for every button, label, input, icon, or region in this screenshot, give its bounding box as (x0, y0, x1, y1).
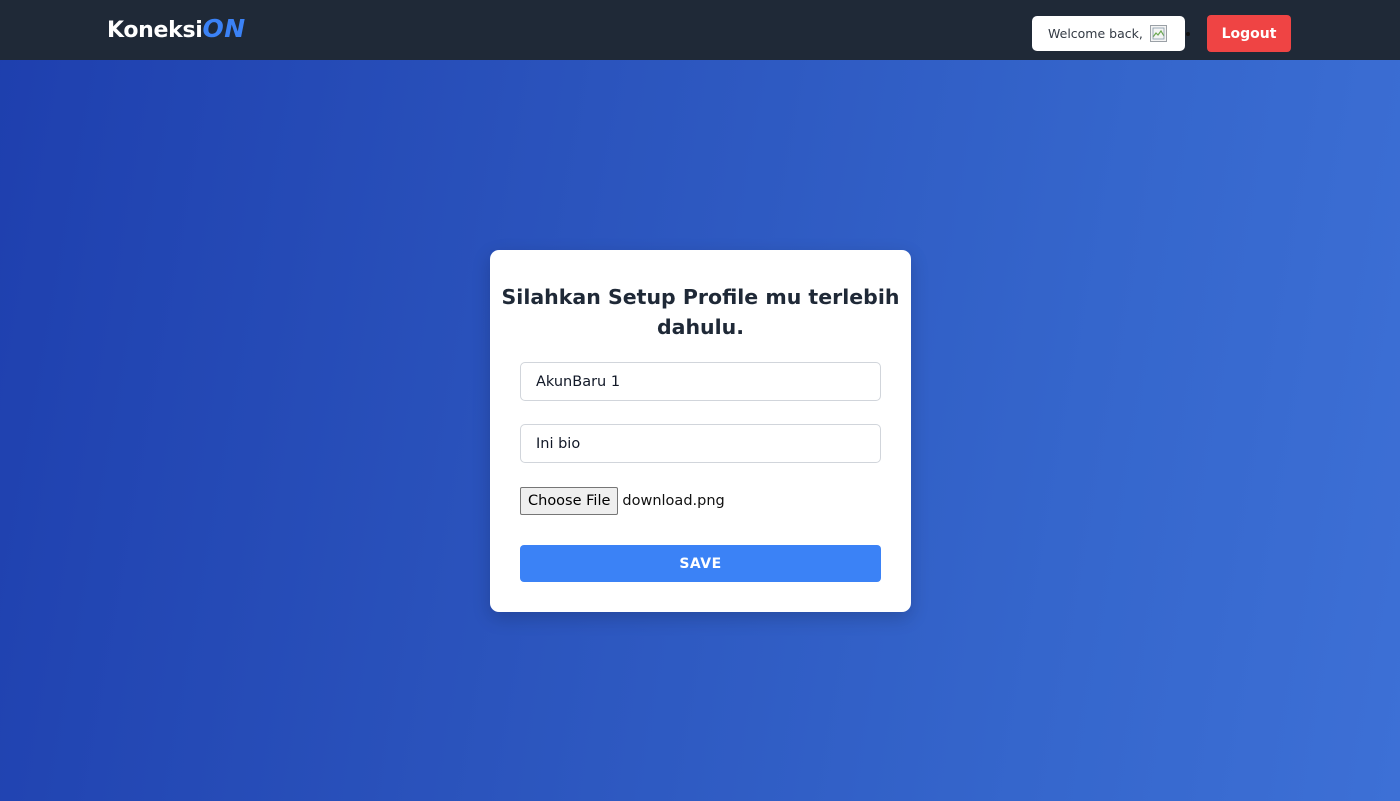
top-navbar: KoneksiON Welcome back, Logout (0, 0, 1400, 60)
logout-button[interactable]: Logout (1207, 15, 1291, 52)
profile-setup-title: Silahkan Setup Profile mu terlebih dahul… (490, 282, 911, 342)
choose-file-button[interactable]: Choose File (520, 487, 619, 515)
brand-logo-accent: ON (202, 14, 246, 43)
brand-logo[interactable]: KoneksiON (107, 14, 246, 43)
separator-dot (1186, 32, 1190, 36)
file-upload: Choose File download.png (520, 487, 725, 515)
name-input[interactable] (520, 362, 881, 401)
broken-image-icon (1149, 25, 1167, 42)
bio-input[interactable] (520, 424, 881, 463)
save-button[interactable]: SAVE (520, 545, 881, 582)
welcome-badge: Welcome back, (1032, 16, 1185, 51)
welcome-text: Welcome back, (1048, 26, 1143, 41)
profile-setup-card: Silahkan Setup Profile mu terlebih dahul… (490, 250, 911, 612)
brand-logo-main: Koneksi (107, 18, 203, 43)
profile-setup-title-text: Silahkan Setup Profile mu terlebih dahul… (501, 285, 900, 339)
selected-file-name: download.png (622, 493, 725, 509)
